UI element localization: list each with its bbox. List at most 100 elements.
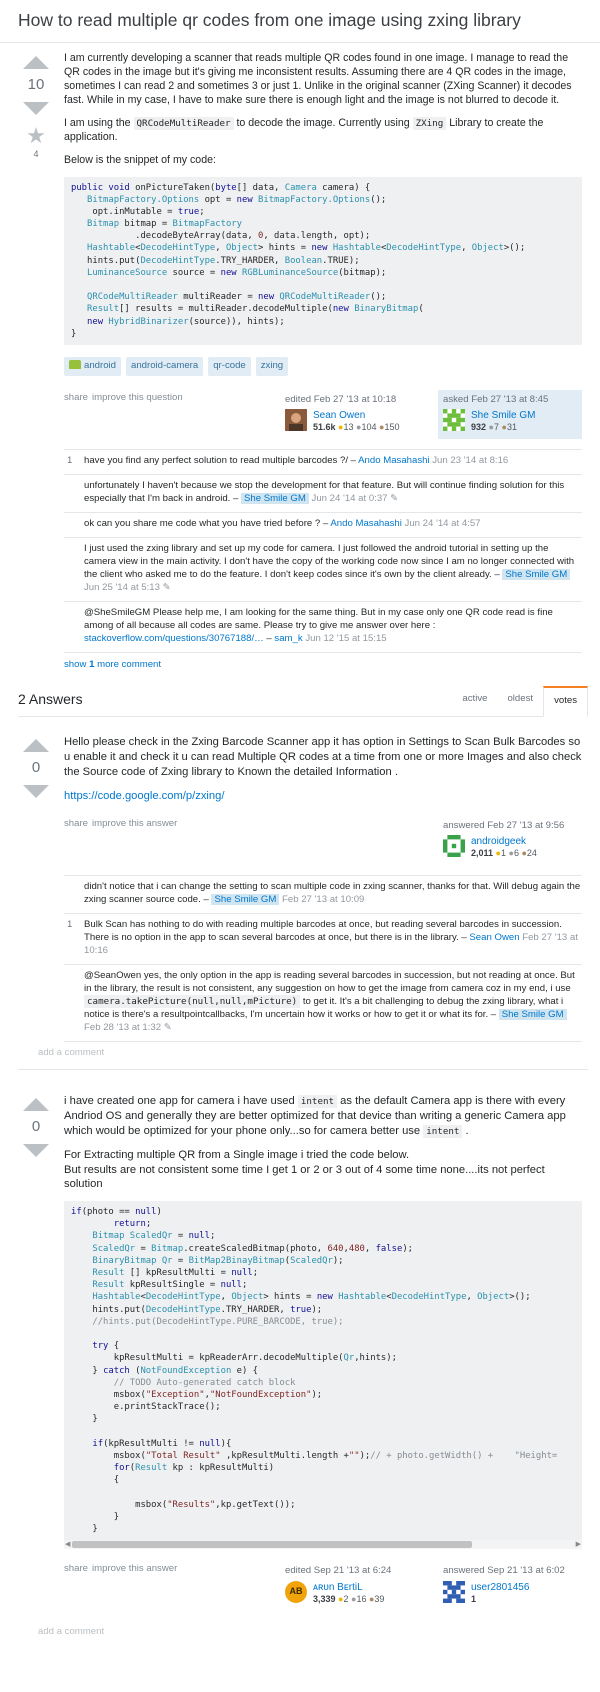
avatar[interactable]: AB [285, 1580, 307, 1603]
answer-link[interactable]: https://code.google.com/p/zxing/ [64, 790, 224, 802]
upvote-icon[interactable] [23, 55, 49, 69]
comment-text: didn't notice that i can change the sett… [84, 881, 582, 907]
comment-list: didn't notice that i can change the sett… [64, 875, 582, 1042]
user-name[interactable]: androidgeek [471, 835, 537, 848]
answer-vote-cell: 0 [18, 1094, 54, 1620]
inline-code: ZXing [412, 116, 447, 130]
downvote-icon[interactable] [23, 101, 49, 115]
share-link[interactable]: share [64, 818, 88, 829]
comment-user[interactable]: sam_k [274, 633, 302, 644]
user-name[interactable]: Sean Owen [313, 409, 399, 422]
upvote-icon[interactable] [23, 739, 49, 753]
improve-link[interactable]: improve this answer [92, 1563, 177, 1574]
user-reputation: 932 ●7 ●31 [471, 422, 535, 434]
show-more-comments[interactable]: show 1 more comment [64, 653, 582, 672]
comment-date[interactable]: Feb 27 '13 at 10:09 [279, 894, 364, 905]
answer-paragraph: But results are not consistent some time… [64, 1163, 545, 1191]
user-details: She Smile GM 932 ●7 ●31 [471, 409, 535, 434]
post-meta: share improve this answer answered Feb 27… [64, 816, 582, 866]
answered-time[interactable]: answered Sep 21 '13 at 6:02 [443, 1565, 577, 1578]
user-name[interactable]: user2801456 [471, 1581, 529, 1594]
comment-date[interactable]: Jun 24 '14 at 0:37 ✎ [309, 493, 399, 504]
avatar[interactable] [285, 409, 307, 432]
answer-body: Hello please check in the Zxing Barcode … [54, 735, 588, 1042]
comment-user[interactable]: She Smile GM [498, 1008, 567, 1020]
question-paragraph: Below is the snippet of my code: [64, 153, 216, 166]
question-body: I am currently developing a scanner that… [54, 52, 588, 672]
tab-votes[interactable]: votes [543, 685, 588, 718]
comment-date[interactable]: Jun 23 '14 at 8:16 [430, 455, 508, 466]
comment-date[interactable]: Feb 28 '13 at 1:32 ✎ [84, 1022, 172, 1033]
scrollbar-thumb[interactable] [72, 1541, 472, 1549]
comment-text: @SeanOwen yes, the only option in the ap… [84, 970, 582, 1035]
comment: @SheSmileGM Please help me, I am looking… [64, 602, 582, 653]
comment-user[interactable]: Ando Masahashi [330, 518, 401, 529]
rep-score: 932 [471, 422, 487, 433]
comment-score [64, 881, 84, 907]
comment-user[interactable]: She Smile GM [211, 894, 280, 906]
comment-user[interactable]: Sean Owen [469, 932, 519, 943]
comment-score [64, 607, 84, 646]
scroll-right-icon[interactable]: ▶ [576, 1540, 581, 1549]
sort-tabs: active oldest votes [452, 685, 588, 718]
user-info: user2801456 1 [443, 1580, 577, 1606]
upvote-icon[interactable] [23, 1098, 49, 1112]
scroll-left-icon[interactable]: ◀ [65, 1540, 70, 1549]
vote-count: 0 [31, 759, 41, 777]
favorite-star-icon[interactable]: ★ [26, 124, 46, 147]
code-block: public void onPictureTaken(byte[] data, … [64, 176, 582, 345]
tab-active[interactable]: active [452, 686, 497, 717]
add-comment-link[interactable]: add a comment [18, 1621, 588, 1639]
answer-paragraph: https://code.google.com/p/zxing/ [64, 789, 582, 804]
vote-count: 10 [27, 75, 45, 93]
improve-link[interactable]: improve this answer [92, 818, 177, 829]
tag-zxing[interactable]: zxing [255, 356, 289, 376]
downvote-icon[interactable] [23, 1144, 49, 1158]
gold-count: 13 [343, 422, 354, 433]
comment-score [64, 543, 84, 595]
comment-text: I just used the zxing library and set up… [84, 543, 582, 595]
edit-time[interactable]: edited Feb 27 '13 at 10:18 [285, 394, 419, 407]
tag-android[interactable]: android [64, 356, 122, 376]
asked-time[interactable]: asked Feb 27 '13 at 8:45 [443, 394, 577, 407]
bronze-count: 31 [506, 422, 517, 433]
share-link[interactable]: share [64, 392, 88, 403]
comment-date[interactable]: Jun 25 '14 at 5:13 ✎ [84, 582, 171, 593]
user-details: Sean Owen 51.6k ●13 ●104 ●150 [313, 409, 399, 434]
show-more-link[interactable]: show 1 more comment [64, 659, 161, 670]
comment-date[interactable]: Jun 24 '14 at 4:57 [402, 518, 481, 529]
add-comment-link[interactable]: add a comment [18, 1042, 588, 1060]
avatar[interactable] [443, 1580, 465, 1603]
tag-qr-code[interactable]: qr-code [208, 356, 251, 376]
code-scrollbar[interactable]: ◀ ▶ [64, 1540, 582, 1550]
comment-date[interactable]: Jun 12 '15 at 15:15 [303, 633, 386, 644]
question-paragraph: I am currently developing a scanner that… [64, 51, 572, 106]
comment-score [64, 518, 84, 531]
tab-oldest[interactable]: oldest [497, 686, 543, 717]
improve-link[interactable]: improve this question [92, 392, 183, 403]
tag-android-camera[interactable]: android-camera [126, 356, 204, 376]
comment-user[interactable]: She Smile GM [241, 493, 309, 505]
post-meta: share improve this answer edited Sep 21 '… [64, 1561, 582, 1611]
comment-user[interactable]: She Smile GM [502, 568, 571, 580]
user-name[interactable]: She Smile GM [471, 409, 535, 422]
question-title[interactable]: How to read multiple qr codes from one i… [0, 0, 600, 43]
answers-header: 2 Answers active oldest votes [18, 685, 588, 718]
comment-user[interactable]: Ando Masahashi [358, 455, 429, 466]
tag-list: android android-camera qr-code zxing [64, 356, 582, 376]
answered-time[interactable]: answered Feb 27 '13 at 9:56 [443, 820, 577, 833]
downvote-icon[interactable] [23, 785, 49, 799]
avatar[interactable] [443, 835, 465, 858]
inline-code: QRCodeMultiReader [133, 116, 234, 130]
avatar[interactable] [443, 409, 465, 432]
comment: ok can you share me code what you have t… [64, 513, 582, 539]
comment: 1 Bulk Scan has nothing to do with readin… [64, 914, 582, 966]
answer-vote-cell: 0 [18, 735, 54, 1041]
answer-paragraph: For Extracting multiple QR from a Single… [64, 1148, 410, 1161]
user-info: AB ᴀʀᴜn BᴇrtiL 3,339 ●2 ●16 ●39 [285, 1580, 419, 1606]
post-menu: share improve this answer [64, 1561, 181, 1576]
comment-link[interactable]: stackoverflow.com/questions/30767188/… [84, 633, 264, 644]
share-link[interactable]: share [64, 1563, 88, 1574]
user-name[interactable]: ᴀʀᴜn BᴇrtiL [313, 1581, 384, 1594]
edit-time[interactable]: edited Sep 21 '13 at 6:24 [285, 1565, 419, 1578]
